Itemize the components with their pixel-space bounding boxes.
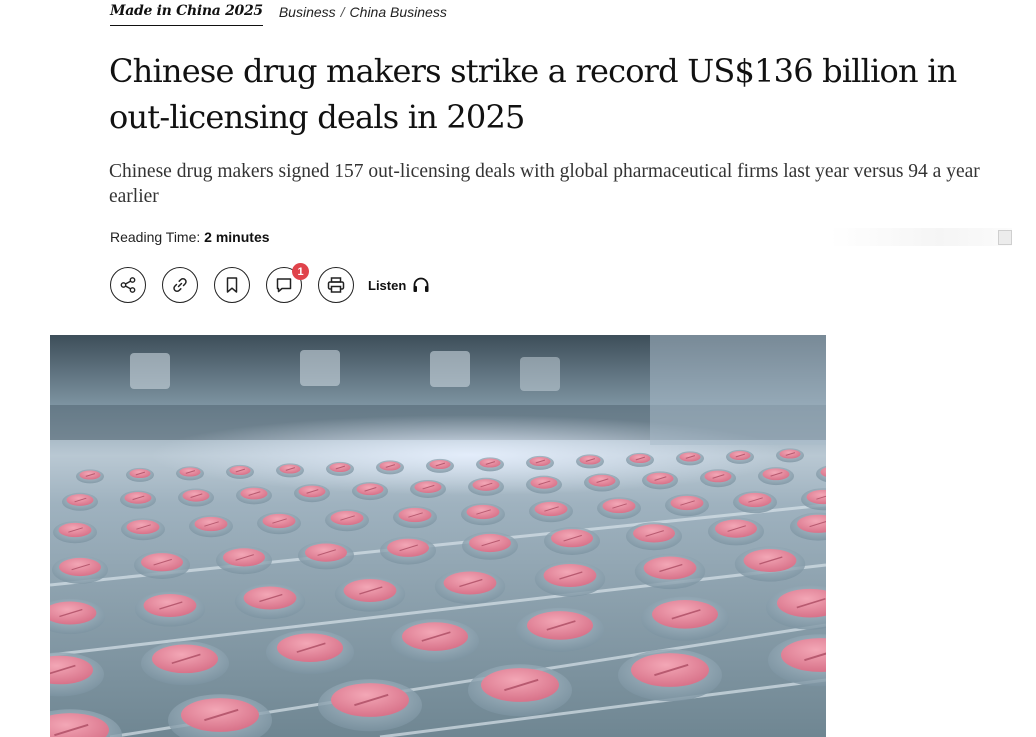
listen-label: Listen — [368, 277, 407, 293]
print-icon — [327, 277, 345, 293]
article-headline: Chinese drug makers strike a record US$1… — [109, 52, 957, 136]
article-standfirst: Chinese drug makers signed 157 out-licen… — [109, 161, 980, 207]
reading-time: Reading Time: 2 minutes — [110, 229, 270, 245]
hero-photo — [50, 335, 826, 737]
listen-button[interactable]: Listen — [368, 277, 430, 293]
progress-knob[interactable] — [998, 230, 1012, 245]
breadcrumb-separator: / — [340, 4, 345, 20]
breadcrumb-china-business[interactable]: China Business — [350, 4, 447, 20]
comment-icon — [276, 278, 292, 293]
hero-image-pills-production-line — [50, 335, 826, 737]
share-icon — [120, 277, 136, 293]
link-icon — [173, 277, 187, 293]
article-page: Made in China 2025 Business / China Busine… — [0, 0, 1036, 737]
comments-button[interactable]: 1 — [266, 263, 309, 303]
topic-tag-link[interactable]: Made in China 2025 — [110, 3, 263, 26]
reading-time-label: Reading Time: — [110, 229, 201, 245]
breadcrumb: Business / China Business — [279, 3, 447, 20]
copy-link-button[interactable] — [162, 267, 198, 303]
share-button[interactable] — [110, 267, 146, 303]
article-meta-line: Made in China 2025 Business / China Busine… — [110, 3, 447, 26]
headphones-icon — [413, 277, 429, 292]
comment-count-badge: 1 — [292, 263, 309, 280]
breadcrumb-business[interactable]: Business — [279, 4, 336, 20]
print-button[interactable] — [318, 267, 354, 303]
bookmark-button[interactable] — [214, 267, 250, 303]
reading-time-value: 2 minutes — [204, 229, 270, 245]
article-toolbar: 1 Listen — [110, 263, 430, 303]
bookmark-icon — [226, 277, 238, 293]
reading-progress-control[interactable] — [830, 228, 1012, 246]
